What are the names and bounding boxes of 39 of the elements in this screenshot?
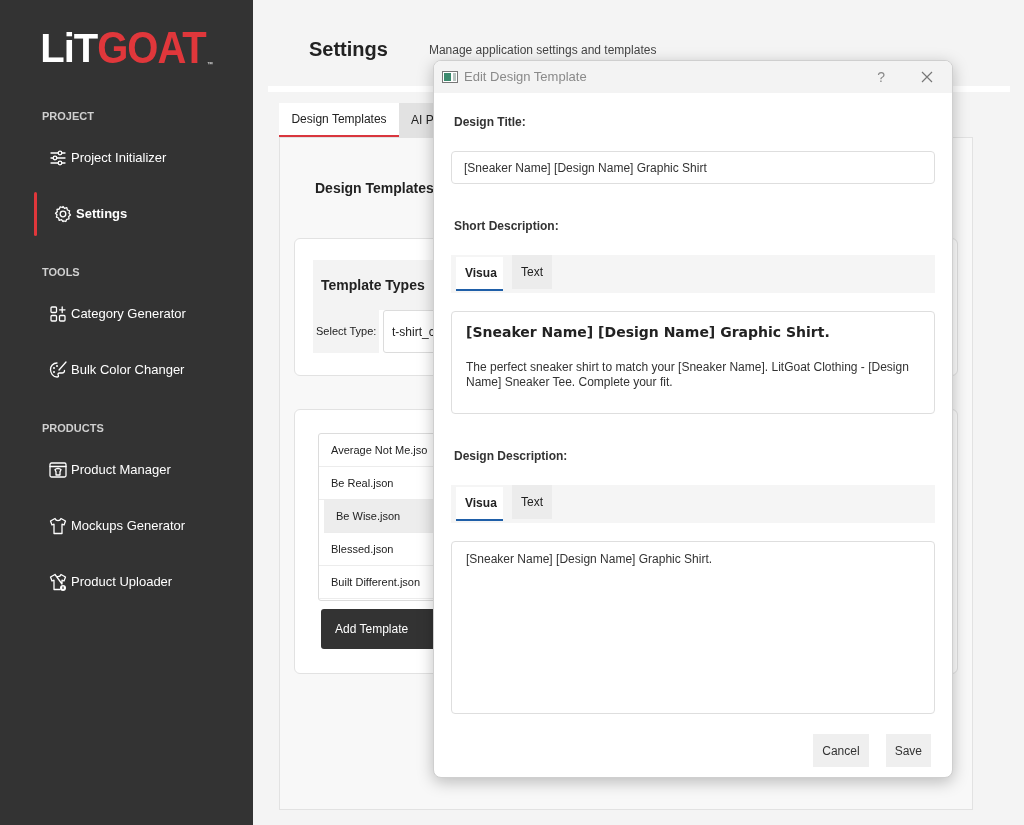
window-icon xyxy=(442,71,458,83)
section-title: TOOLS xyxy=(42,265,81,280)
nav-item[interactable]: Product Uploader xyxy=(0,554,253,610)
browser-window-icon xyxy=(48,460,68,480)
palette-brush-icon xyxy=(48,360,68,380)
t-shirt-upload-icon xyxy=(48,572,68,592)
rich-text-editor[interactable]: [Sneaker Name] [Design Name] Graphic Shirt. The perfect sneaker shirt to match your [Sneaker Name]. LitGoat Clothing - [Design Name] Sneaker Tee. Complete your fit. xyxy=(451,311,935,414)
nav-item[interactable]: Product Manager xyxy=(0,442,253,498)
section-title: PROJECT xyxy=(42,109,95,124)
close-icon[interactable] xyxy=(921,71,933,83)
field-label: Short Description: xyxy=(454,218,560,235)
section-heading: Design Templates xyxy=(315,180,434,196)
nav-item[interactable]: Mockups Generator xyxy=(0,498,253,554)
card-title: Template Types xyxy=(313,260,433,310)
editor-tab[interactable]: Visua xyxy=(456,487,503,521)
editor-tab[interactable]: Visua xyxy=(456,257,503,291)
nav-item[interactable]: Category Generator xyxy=(0,286,253,342)
editor-tab[interactable]: Text xyxy=(512,255,552,289)
gear-icon xyxy=(53,204,73,224)
editor-paragraph: The perfect sneaker shirt to match your [Sneaker Name]. LitGoat Clothing - [Design Name] Sneaker Tee. Complete your fit. xyxy=(466,360,910,390)
select-label: Select Type: xyxy=(313,310,379,353)
dialog-title: Edit Design Template xyxy=(464,68,587,87)
dialog-button[interactable]: Cancel xyxy=(813,734,869,767)
sliders-icon xyxy=(48,148,68,168)
nav-item[interactable]: Settings xyxy=(0,186,253,242)
page-title: Settings xyxy=(309,37,388,62)
page-subtitle: Manage application settings and templates xyxy=(428,42,657,59)
nav-item[interactable]: Bulk Color Changer xyxy=(0,342,253,398)
dialog-button[interactable]: Save xyxy=(885,734,931,767)
editor-heading: [Sneaker Name] [Design Name] Graphic Shirt. xyxy=(466,323,831,342)
rich-text-editor[interactable]: [Sneaker Name] [Design Name] Graphic Shirt. xyxy=(451,541,935,714)
selection-bar xyxy=(34,192,37,236)
design-title-input[interactable]: [Sneaker Name] [Design Name] Graphic Shirt xyxy=(451,151,935,184)
grid-plus-icon xyxy=(48,304,68,324)
section-title: PRODUCTS xyxy=(42,421,105,436)
settings-tab[interactable]: Design Templates xyxy=(279,103,399,137)
nav-item[interactable]: Project Initializer xyxy=(0,130,253,186)
t-shirt-icon xyxy=(48,516,68,536)
editor-tab[interactable]: Text xyxy=(512,485,552,519)
